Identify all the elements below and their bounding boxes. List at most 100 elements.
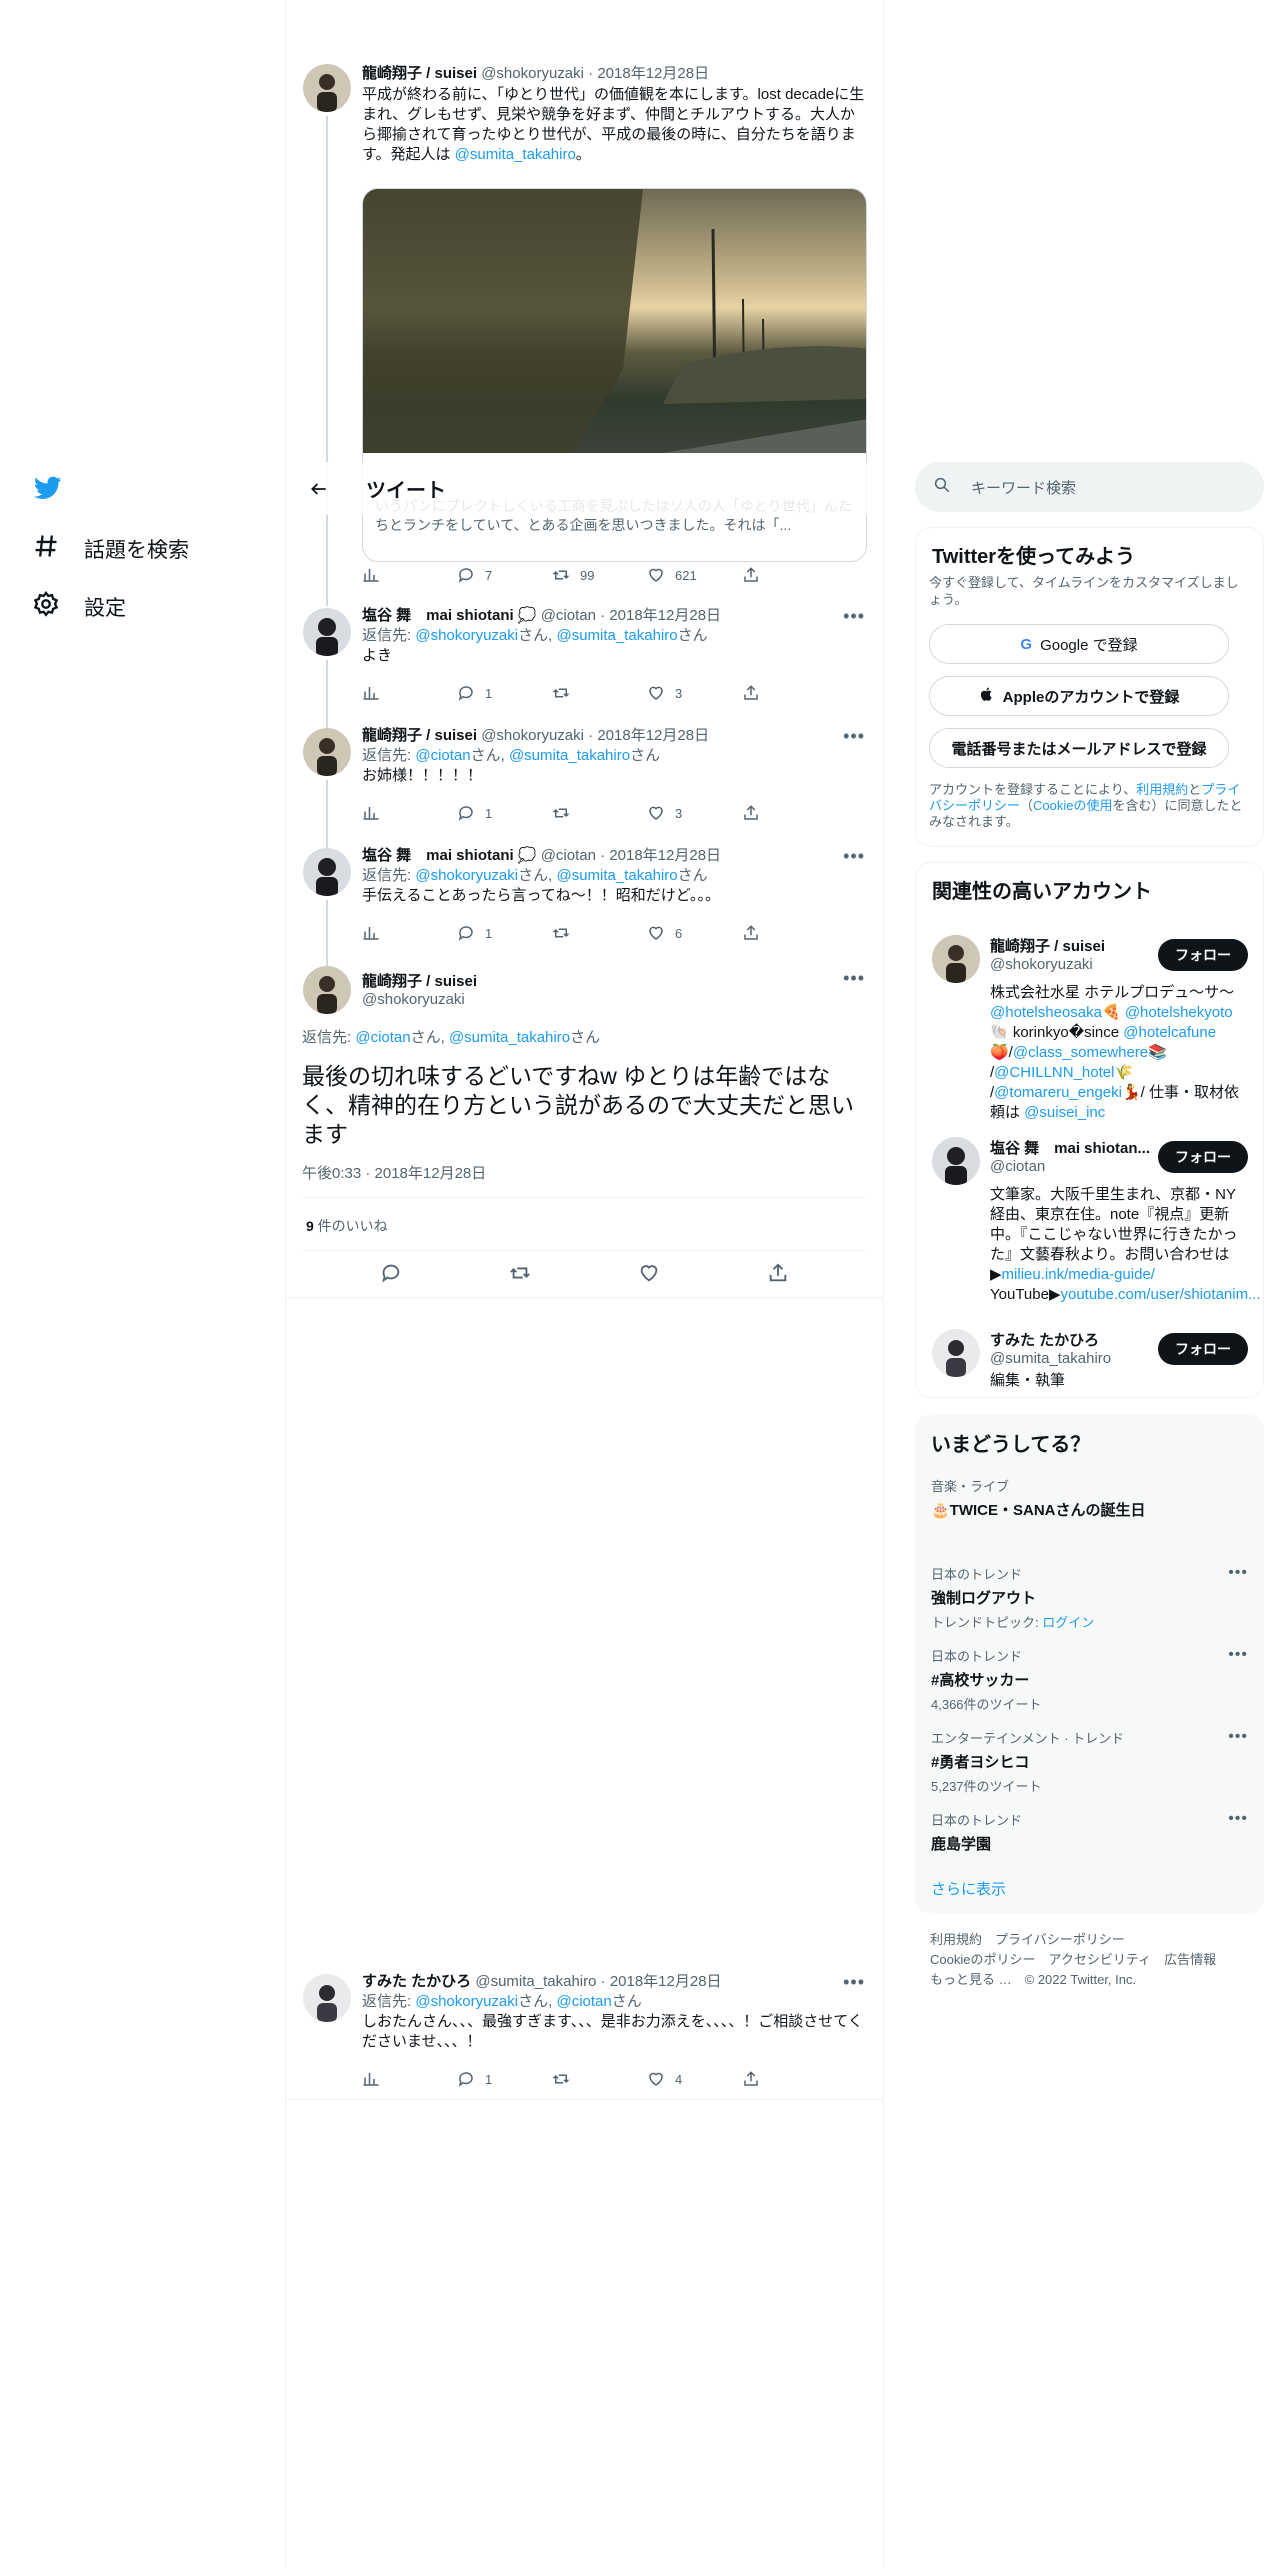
bio-link[interactable]: @hotelshekyoto [1125,1004,1233,1021]
follow-button[interactable]: フォロー [1158,1141,1248,1173]
google-signup-button[interactable]: G Google で登録 [929,624,1229,664]
trend-item[interactable]: 日本のトレンド 強制ログアウト トレンドトピック: ログイン ••• [931,1564,1264,1631]
footer-privacy-link[interactable]: プライバシーポリシー [995,1932,1125,1947]
avatar[interactable] [303,848,351,896]
author-name[interactable]: 塩谷 舞 mai shiotani 💭 [362,847,537,864]
like-button[interactable]: 621 [647,566,707,584]
reply-tweet[interactable]: 龍崎翔子 / suisei @shokoryuzaki · 2018年12月28… [286,726,883,844]
retweet-icon[interactable] [509,1262,531,1289]
tweet-date[interactable]: 2018年12月28日 [597,727,709,744]
retweet-button[interactable] [552,924,612,942]
twitter-logo-icon[interactable] [32,474,64,502]
bio-link[interactable]: @suisei_inc [1024,1104,1105,1121]
author-name[interactable]: 龍崎翔子 / suisei [362,727,477,744]
bio-link[interactable]: @hotelsheosaka [990,1004,1102,1021]
like-button[interactable]: 6 [647,924,707,942]
search-box[interactable]: キーワード検索 [915,462,1264,512]
apple-signup-button[interactable]: Appleのアカウントで登録 [929,676,1229,716]
phone-signup-button[interactable]: 電話番号またはメールアドレスで登録 [929,728,1229,768]
terms-link[interactable]: 利用規約 [1136,782,1188,797]
tweet-date[interactable]: 2018年12月28日 [597,65,709,82]
account-card[interactable]: 塩谷 舞 mai shiotan... @ciotan フォロー 文筆家。大阪千… [916,1125,1263,1305]
avatar[interactable] [303,1974,351,2022]
avatar[interactable] [303,728,351,776]
bio-link[interactable]: @tomareru_engeki [994,1084,1122,1101]
footer-more-link[interactable]: もっと見る … [930,1972,1012,1987]
share-button[interactable] [742,804,802,822]
show-more-link[interactable]: さらに表示 [931,1878,1006,1899]
reply-tweet[interactable]: 塩谷 舞 mai shiotani 💭 @ciotan · 2018年12月28… [286,846,883,964]
trend-item[interactable]: 日本のトレンド 鹿島学園 ••• [931,1810,1264,1854]
nav-settings[interactable]: 設定 [32,590,126,624]
retweet-button[interactable] [552,2070,612,2088]
views-button[interactable] [362,566,422,584]
tweet-date[interactable]: 2018年12月28日 [609,607,721,624]
author-handle[interactable]: @ciotan [541,847,596,864]
author-handle[interactable]: @sumita_takahiro [475,1973,596,1990]
cookie-link[interactable]: Cookieの使用 [1033,798,1112,813]
trend-item[interactable]: 日本のトレンド #高校サッカー 4,366件のツイート ••• [931,1646,1264,1713]
author-name[interactable]: 塩谷 舞 mai shiotani 💭 [362,607,537,624]
follow-button[interactable]: フォロー [1158,1333,1248,1365]
mention-link[interactable]: @shokoryuzaki [415,627,518,644]
mention-link[interactable]: @shokoryuzaki [415,1993,518,2010]
author-handle[interactable]: @shokoryuzaki [481,65,584,82]
author-handle[interactable]: @shokoryuzaki [362,991,477,1008]
author-name[interactable]: 龍崎翔子 / suisei [362,970,477,991]
reply-button[interactable]: 7 [457,566,517,584]
mention-link[interactable]: @ciotan [355,1029,410,1046]
avatar[interactable] [303,966,351,1014]
account-card[interactable]: すみた たかひろ @sumita_takahiro 編集・執筆 フォロー [916,1317,1263,1397]
avatar[interactable] [932,1137,980,1185]
trend-topic-link[interactable]: ログイン [1042,1615,1094,1630]
bio-link[interactable]: youtube.com/user/shiotanim... [1060,1286,1260,1303]
follow-button[interactable]: フォロー [1158,939,1248,971]
like-button[interactable]: 3 [647,684,707,702]
avatar[interactable] [303,64,351,112]
reply-button[interactable]: 1 [457,924,517,942]
share-button[interactable] [742,2070,802,2088]
mention-link[interactable]: @sumita_takahiro [455,146,576,163]
bio-link[interactable]: milieu.ink/media-guide/ [1002,1266,1155,1283]
search-input[interactable]: キーワード検索 [971,477,1076,498]
views-button[interactable] [362,804,422,822]
avatar[interactable] [303,608,351,656]
likes-summary[interactable]: 9 件のいいね [306,1216,388,1236]
retweet-button[interactable] [552,804,612,822]
more-icon[interactable]: ••• [843,1972,865,1993]
reply-button[interactable]: 1 [457,684,517,702]
mention-link[interactable]: @sumita_takahiro [556,627,677,644]
bio-link[interactable]: @class_somewhere [1013,1044,1148,1061]
author-name[interactable]: すみた たかひろ [362,1973,471,1990]
heart-icon[interactable] [638,1262,660,1289]
bio-link[interactable]: @hotelcafune [1123,1024,1216,1041]
retweet-button[interactable] [552,684,612,702]
share-icon[interactable] [767,1262,789,1289]
nav-explore[interactable]: 話題を検索 [32,532,189,566]
mention-link[interactable]: @sumita_takahiro [509,747,630,764]
more-icon[interactable]: ••• [843,726,865,747]
reply-button[interactable]: 1 [457,804,517,822]
share-button[interactable] [742,684,802,702]
avatar[interactable] [932,935,980,983]
footer-ads-link[interactable]: 広告情報 [1164,1952,1216,1967]
account-card[interactable]: 龍崎翔子 / suisei @shokoryuzaki フォロー 株式会社水星 … [916,923,1263,1123]
reply-tweet[interactable]: すみた たかひろ @sumita_takahiro · 2018年12月28日 … [286,1972,883,2100]
footer-terms-link[interactable]: 利用規約 [930,1932,982,1947]
views-button[interactable] [362,924,422,942]
trend-item[interactable]: エンターテインメント · トレンド #勇者ヨシヒコ 5,237件のツイート ••… [931,1728,1264,1795]
more-icon[interactable]: ••• [1228,1728,1248,1746]
like-button[interactable]: 4 [647,2070,707,2088]
retweet-button[interactable]: 99 [552,566,612,584]
share-button[interactable] [742,924,802,942]
tweet-timestamp[interactable]: 午後0:33 · 2018年12月28日 [302,1162,486,1183]
mention-link[interactable]: @sumita_takahiro [556,867,677,884]
tweet-date[interactable]: 2018年12月28日 [610,1973,722,1990]
reply-tweet[interactable]: 塩谷 舞 mai shiotani 💭 @ciotan · 2018年12月28… [286,606,883,724]
more-icon[interactable]: ••• [843,846,865,867]
mention-link[interactable]: @ciotan [556,1993,611,2010]
mention-link[interactable]: @ciotan [415,747,470,764]
views-button[interactable] [362,2070,422,2088]
share-button[interactable] [742,566,802,584]
reply-button[interactable]: 1 [457,2070,517,2088]
